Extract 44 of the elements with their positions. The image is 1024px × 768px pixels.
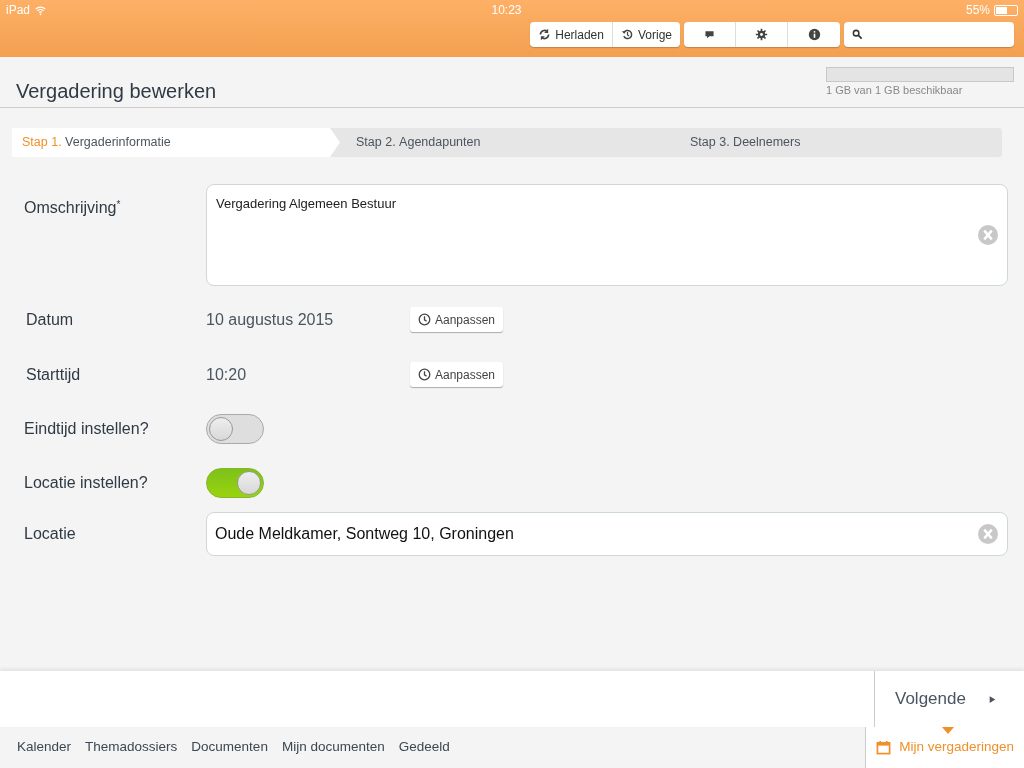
field-value: 10:20 bbox=[206, 364, 248, 385]
field-label: Starttijd bbox=[25, 364, 82, 385]
calendar-icon bbox=[876, 740, 892, 755]
field-label: Locatie instellen? bbox=[24, 473, 149, 493]
adjust-button[interactable]: Aanpassen bbox=[410, 362, 504, 387]
comment-icon bbox=[703, 28, 716, 41]
back-button[interactable]: Vorige bbox=[612, 22, 680, 47]
search-icon bbox=[852, 29, 863, 40]
info-icon bbox=[807, 28, 821, 41]
field-label: Eindtijd instellen? bbox=[24, 419, 150, 439]
field-label: Omschrijving$^{*}$ bbox=[24, 199, 121, 216]
storage-text: 1 GB van 1 GB beschikbaar bbox=[826, 83, 964, 98]
history-icon bbox=[620, 28, 634, 41]
toggle-switch[interactable] bbox=[206, 468, 264, 498]
text-area[interactable]: Vergadering Algemeen Bestuur bbox=[206, 184, 1008, 286]
reload-icon bbox=[538, 28, 552, 41]
reload-button[interactable]: Herladen bbox=[530, 22, 613, 47]
nav-tab[interactable]: Mijn documenten bbox=[274, 737, 392, 758]
pointer-icon bbox=[942, 727, 955, 734]
nav-tab[interactable]: Documenten bbox=[184, 737, 275, 758]
nav-tab[interactable]: Gedeeld bbox=[391, 737, 457, 758]
settings-icon bbox=[755, 28, 768, 41]
toggle-switch[interactable] bbox=[206, 414, 264, 444]
clock: 10:23 bbox=[491, 2, 522, 19]
field-label: Datum bbox=[25, 309, 75, 330]
clock-icon bbox=[418, 368, 431, 381]
play-icon bbox=[987, 694, 997, 704]
device-name: iPad bbox=[6, 2, 31, 19]
clear-icon bbox=[978, 225, 998, 245]
nav-tab[interactable]: Themadossiers bbox=[78, 737, 185, 758]
search-field[interactable] bbox=[844, 22, 1014, 47]
battery-percent: 55% bbox=[965, 2, 990, 19]
nav-tab[interactable]: Kalender bbox=[10, 737, 79, 758]
field-label: Locatie bbox=[24, 524, 77, 544]
next-button[interactable]: Volgende bbox=[874, 671, 1024, 727]
text-field[interactable]: Oude Meldkamer, Sontweg 10, Groningen bbox=[206, 512, 1008, 556]
clear-icon bbox=[978, 524, 998, 544]
battery-icon bbox=[994, 4, 1018, 16]
wifi-icon bbox=[34, 4, 48, 16]
step-tab[interactable]: Stap 1. Vergaderinformatie bbox=[12, 128, 340, 157]
page-title: Vergadering bewerken bbox=[16, 79, 217, 104]
adjust-button[interactable]: Aanpassen bbox=[410, 307, 504, 332]
field-value: 10 augustus 2015 bbox=[206, 309, 335, 330]
clock-icon bbox=[418, 313, 431, 326]
